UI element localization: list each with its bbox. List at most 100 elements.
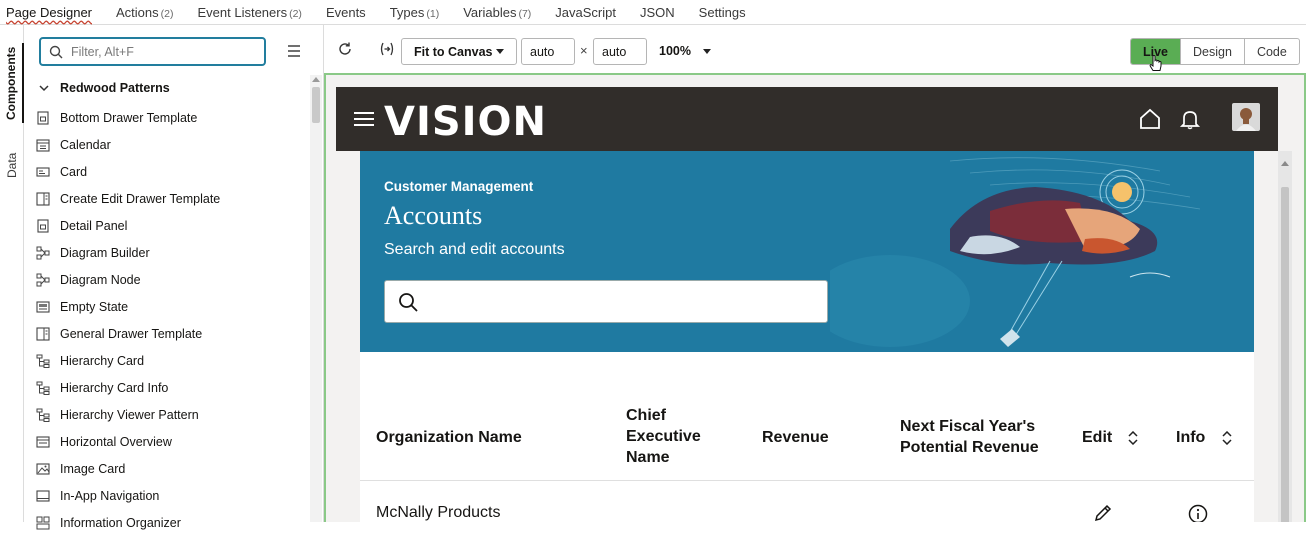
component-label: Information Organizer <box>60 515 181 530</box>
vision-logo: VISION <box>384 99 548 145</box>
component-hierarchy-viewer-pattern[interactable]: Hierarchy Viewer Pattern <box>36 401 306 428</box>
component-information-organizer[interactable]: Information Organizer <box>36 509 306 536</box>
canvas-height-input[interactable]: auto <box>593 38 647 65</box>
drawer-icon <box>36 326 50 341</box>
component-label: In-App Navigation <box>60 488 160 503</box>
tab-data[interactable]: Data <box>0 145 24 185</box>
filter-input[interactable] <box>69 43 239 60</box>
component-detail-panel[interactable]: Detail Panel <box>36 212 306 239</box>
component-label: Image Card <box>60 461 126 476</box>
code-mode-button[interactable]: Code <box>1243 39 1299 64</box>
tab-label: Types <box>389 4 425 20</box>
group-header-redwood-patterns[interactable]: Redwood Patterns <box>38 81 170 95</box>
component-label: Detail Panel <box>60 218 128 233</box>
component-card[interactable]: Card <box>36 158 306 185</box>
component-diagram-node[interactable]: Diagram Node <box>36 266 306 293</box>
tab-count: (2) <box>289 7 302 20</box>
canvas-width-input[interactable]: auto <box>521 38 575 65</box>
tab-events[interactable]: Events <box>326 5 366 20</box>
component-hierarchy-card-info[interactable]: Hierarchy Card Info <box>36 374 306 401</box>
column-header-edit[interactable]: Edit <box>1082 427 1112 448</box>
refresh-icon[interactable] <box>337 41 353 57</box>
user-avatar[interactable] <box>1232 103 1260 131</box>
column-header-next-fiscal-year-potential-revenue[interactable]: Next Fiscal Year's Potential Revenue <box>900 416 1039 458</box>
navigation-icon <box>36 489 50 502</box>
tab-count: (2) <box>160 7 174 20</box>
mouse-pointer-icon <box>1149 55 1162 71</box>
tab-javascript[interactable]: JavaScript <box>555 5 616 20</box>
sort-icon[interactable] <box>1222 431 1232 445</box>
template-icon <box>37 110 49 125</box>
zoom-select[interactable]: 100% <box>659 44 711 58</box>
component-create-edit-drawer-template[interactable]: Create Edit Drawer Template <box>36 185 306 212</box>
tab-json[interactable]: JSON <box>640 5 675 20</box>
component-in-app-navigation[interactable]: In-App Navigation <box>36 482 306 509</box>
info-icon[interactable] <box>1188 504 1208 522</box>
column-header-revenue[interactable]: Revenue <box>762 427 829 448</box>
list-menu-icon[interactable] <box>286 43 302 59</box>
sort-icon[interactable] <box>1128 431 1138 445</box>
component-diagram-builder[interactable]: Diagram Builder <box>36 239 306 266</box>
tab-label: JSON <box>640 4 675 20</box>
hero-illustration <box>830 157 1201 347</box>
column-header-info[interactable]: Info <box>1176 427 1205 448</box>
component-image-card[interactable]: Image Card <box>36 455 306 482</box>
components-palette: Redwood Patterns Bottom Drawer Template C… <box>24 25 324 530</box>
component-hierarchy-card[interactable]: Hierarchy Card <box>36 347 306 374</box>
page-subtitle: Search and edit accounts <box>384 241 565 258</box>
component-label: Empty State <box>60 299 129 314</box>
tab-actions[interactable]: Actions (2) <box>116 5 173 20</box>
tab-components[interactable]: Components <box>0 43 24 123</box>
pencil-edit-icon[interactable] <box>1093 503 1113 522</box>
fit-to-canvas-select[interactable]: Fit to Canvas <box>401 38 517 65</box>
column-header-chief-executive-name[interactable]: Chief Executive Name <box>626 405 701 468</box>
empty-state-icon <box>36 300 50 313</box>
tab-label: Settings <box>698 4 746 20</box>
component-horizontal-overview[interactable]: Horizontal Overview <box>36 428 306 455</box>
component-empty-state[interactable]: Empty State <box>36 293 306 320</box>
tab-types[interactable]: Types (1) <box>390 5 440 20</box>
design-mode-button[interactable]: Design <box>1180 39 1244 64</box>
template-icon <box>37 218 49 233</box>
tab-count: (1) <box>426 7 440 20</box>
component-label: General Drawer Template <box>60 326 203 341</box>
side-tabs: Components Data <box>0 25 24 522</box>
chevron-down-icon <box>703 49 711 54</box>
tab-event-listeners[interactable]: Event Listeners (2) <box>197 5 301 20</box>
header-line: Name <box>626 449 670 466</box>
header-line: Next Fiscal Year's <box>900 418 1036 435</box>
component-label: Hierarchy Card <box>60 353 145 368</box>
component-label: Create Edit Drawer Template <box>60 191 221 206</box>
canvas-scrollbar[interactable] <box>1278 151 1292 522</box>
component-general-drawer-template[interactable]: General Drawer Template <box>36 320 306 347</box>
tab-label: Variables <box>463 4 517 20</box>
component-calendar[interactable]: Calendar <box>36 131 306 158</box>
tab-page-designer[interactable]: Page Designer <box>6 5 92 20</box>
group-label: Redwood Patterns <box>60 81 170 95</box>
component-list: Bottom Drawer Template Calendar Card Create… <box>36 104 306 536</box>
tab-settings[interactable]: Settings <box>699 5 746 20</box>
table-row-org-name: McNally Products <box>376 504 501 521</box>
header-line: Potential Revenue <box>900 439 1039 456</box>
home-icon[interactable] <box>1138 107 1162 131</box>
palette-scrollbar[interactable] <box>310 75 322 522</box>
tab-label: Actions <box>116 4 159 20</box>
tab-label: Page Designer <box>6 4 92 20</box>
notification-bell-icon[interactable] <box>1179 108 1201 130</box>
live-canvas: VISION Customer Management Accounts Sear… <box>324 73 1306 522</box>
app-header: VISION <box>336 87 1278 151</box>
accounts-search-input[interactable] <box>384 280 828 323</box>
designer-tabs: Page Designer Actions (2) Event Listeners (2… <box>0 0 1306 25</box>
tab-count: (7) <box>518 7 532 20</box>
variable-binding-icon[interactable] <box>379 41 395 57</box>
column-header-organization-name[interactable]: Organization Name <box>376 427 522 448</box>
filter-field[interactable] <box>39 37 266 66</box>
tab-variables[interactable]: Variables (7) <box>463 5 531 20</box>
hamburger-menu-icon[interactable] <box>354 111 374 127</box>
drawer-icon <box>36 191 50 206</box>
search-icon <box>49 45 63 58</box>
canvas-toolbar: Fit to Canvas auto × auto 100% Live Desi… <box>325 25 1306 73</box>
hierarchy-icon <box>36 354 50 368</box>
component-bottom-drawer-template[interactable]: Bottom Drawer Template <box>36 104 306 131</box>
component-label: Calendar <box>60 137 111 152</box>
